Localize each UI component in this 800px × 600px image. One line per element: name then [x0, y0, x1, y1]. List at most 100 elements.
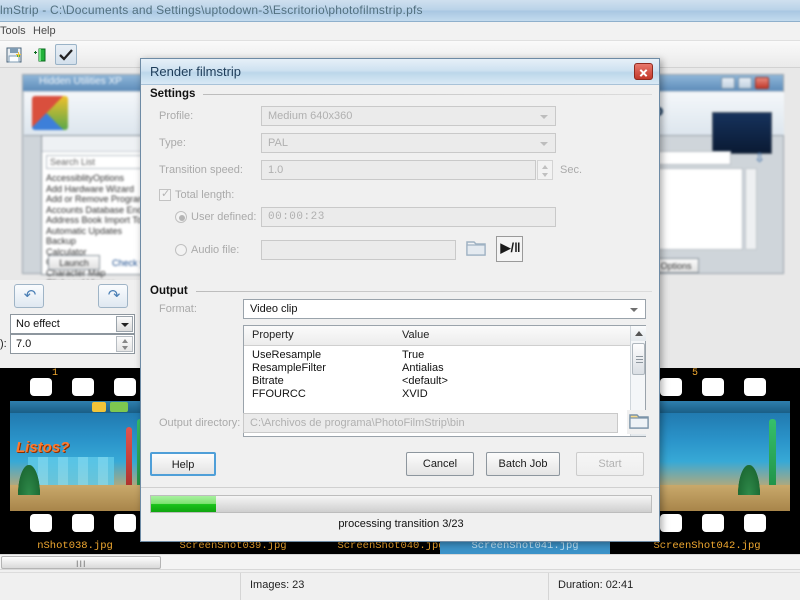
render-progress-bar [150, 495, 652, 513]
column-header-property: Property [252, 329, 294, 341]
property-name: FFOURCC [252, 388, 306, 400]
transition-speed-stepper [537, 160, 553, 180]
duration-value: 7.0 [16, 338, 32, 350]
folder-icon [629, 414, 649, 429]
table-row[interactable]: Bitrate <default> [244, 375, 645, 388]
user-defined-label: User defined: [191, 211, 257, 223]
status-images-count: Images: 23 [250, 579, 305, 591]
filmstrip-horizontal-scrollbar[interactable]: III [0, 554, 800, 570]
save-project-button[interactable] [3, 44, 25, 65]
chevron-down-icon [540, 142, 548, 146]
output-group-divider [196, 291, 652, 292]
transition-speed-label: Transition speed: [159, 164, 243, 176]
help-button[interactable]: Help [150, 452, 216, 476]
add-icon [34, 48, 46, 62]
start-button: Start [576, 452, 644, 476]
filmstrip-thumbnail[interactable]: Listos? [10, 401, 158, 511]
thumbnail-filename[interactable]: ScreenShot042.jpg [632, 540, 782, 554]
check-icon [59, 49, 73, 61]
preview-minimize-button [721, 77, 735, 89]
profile-value: Medium 640x360 [268, 110, 353, 122]
table-row[interactable]: UseResample True [244, 349, 645, 362]
table-row[interactable]: ResampleFilter Antialias [244, 362, 645, 375]
audio-file-radio [175, 244, 187, 256]
filmstrip-thumbnail[interactable] [642, 401, 790, 511]
stepper-up-icon [542, 165, 548, 169]
main-window-titlebar: lmStrip - C:\Documents and Settings\upto… [0, 0, 800, 22]
scroll-up-icon[interactable] [631, 326, 646, 341]
preview-maximize-button [738, 77, 752, 89]
rotate-right-button[interactable]: ↷ [98, 284, 128, 308]
scrollbar-thumb[interactable] [632, 343, 645, 375]
menu-item-tools[interactable]: Tools [0, 25, 26, 37]
rotate-left-button[interactable]: ↶ [14, 284, 44, 308]
preview-launch-button: Launch [48, 255, 100, 270]
table-row[interactable]: FFOURCC XVID [244, 388, 645, 401]
main-menubar: Tools Help [0, 22, 800, 41]
status-duration: Duration: 02:41 [558, 579, 634, 591]
dialog-titlebar: Render filmstrip [141, 59, 659, 85]
profile-label: Profile: [159, 110, 194, 122]
property-name: UseResample [252, 349, 322, 361]
stepper-down-icon[interactable] [122, 346, 128, 350]
batch-job-button[interactable]: Batch Job [486, 452, 560, 476]
audio-play-pause-button[interactable]: ▶/‖ [496, 236, 523, 262]
preview-logo-icon [32, 96, 68, 130]
output-directory-browse-button[interactable] [627, 410, 653, 434]
scrollbar-grip: III [76, 559, 87, 569]
chevron-down-icon[interactable] [630, 308, 638, 312]
user-defined-duration-input: 00:00:23 [261, 207, 556, 227]
transition-speed-value: 1.0 [268, 164, 284, 176]
cancel-button[interactable]: Cancel [406, 452, 474, 476]
chevron-down-icon[interactable] [116, 316, 133, 332]
frame-number: 5 [692, 368, 699, 379]
thumbnail-filename-selected[interactable]: ScreenShot041.jpg [440, 540, 610, 554]
rotate-right-icon: ↷ [107, 287, 121, 304]
total-length-label: Total length: [175, 189, 235, 201]
effect-dropdown-value: No effect [16, 318, 60, 330]
preview-download-icon: ⇩ [754, 150, 765, 165]
output-group-label: Output [150, 285, 188, 297]
scrollbar-thumb[interactable]: III [1, 556, 161, 569]
format-label: Format: [159, 303, 197, 315]
picture-edit-panel: ↶ ↷ No effect ): 7.0 [0, 280, 140, 368]
transition-speed-input: 1.0 [261, 160, 536, 180]
effect-dropdown[interactable]: No effect [10, 314, 135, 334]
progress-status-text: processing transition 3/23 [338, 518, 464, 530]
render-filmstrip-dialog: Render filmstrip Settings Profile: Mediu… [140, 58, 660, 542]
audio-file-input [261, 240, 456, 260]
property-name: ResampleFilter [252, 362, 326, 374]
main-window-title: lmStrip - C:\Documents and Settings\upto… [0, 3, 423, 17]
preview-window-title: Hidden Utilities XP [39, 76, 122, 87]
menu-item-help[interactable]: Help [33, 25, 56, 37]
duration-input[interactable]: 7.0 [10, 334, 135, 354]
chevron-down-icon [540, 115, 548, 119]
thumbnail-title-text: Listos? [16, 439, 70, 456]
settings-group-divider [203, 94, 652, 95]
thumbnail-filename[interactable]: nShot038.jpg [0, 540, 150, 554]
duration-label: ): [0, 338, 7, 350]
rotate-left-icon: ↶ [23, 287, 37, 304]
duration-stepper[interactable] [116, 336, 133, 352]
close-icon[interactable] [634, 63, 653, 80]
thumbnail-filename[interactable]: ScreenShot039.jpg [158, 540, 308, 554]
statusbar: Images: 23 Duration: 02:41 [0, 572, 800, 600]
progress-fill [151, 496, 216, 512]
output-directory-value: C:\Archivos de programa\PhotoFilmStrip\b… [250, 417, 465, 429]
audio-browse-button [464, 237, 490, 261]
format-dropdown[interactable]: Video clip [243, 299, 646, 319]
frame-number: 1 [52, 368, 59, 379]
dialog-divider [141, 487, 659, 488]
format-value: Video clip [250, 303, 298, 315]
user-defined-duration-value: 00:00:23 [268, 211, 325, 223]
type-value: PAL [268, 137, 288, 149]
property-name: Bitrate [252, 375, 284, 387]
add-pictures-button[interactable] [30, 44, 52, 65]
total-length-checkbox [159, 187, 171, 201]
table-header: Property Value [244, 326, 645, 346]
apply-button[interactable] [55, 44, 77, 65]
type-dropdown: PAL [261, 133, 556, 153]
stepper-up-icon[interactable] [122, 339, 128, 343]
column-header-value: Value [402, 329, 430, 341]
property-value: <default> [402, 375, 448, 387]
